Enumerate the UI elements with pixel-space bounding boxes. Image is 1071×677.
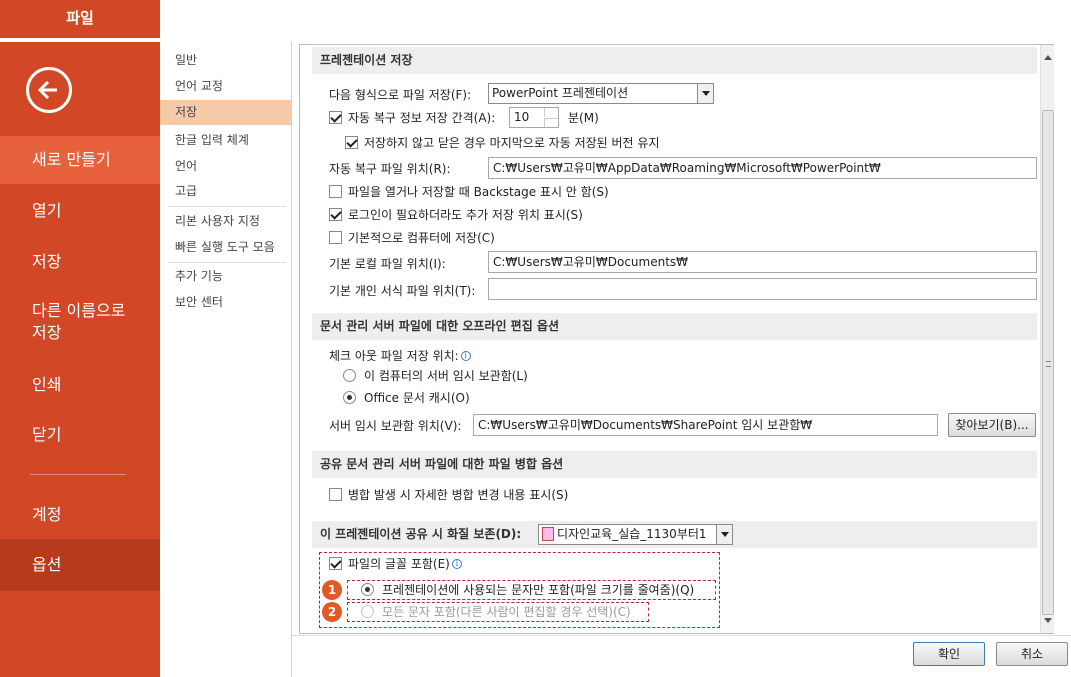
grip-icon [1046, 361, 1051, 367]
nav-divider [30, 474, 126, 475]
nav-save-as[interactable]: 다른 이름으로 저장 [0, 300, 160, 344]
autorecover-location-label: 자동 복구 파일 위치(R): [329, 162, 451, 176]
category-advanced[interactable]: 고급 [160, 179, 291, 204]
signin-locations-checkbox[interactable] [329, 208, 342, 221]
save-format-select[interactable]: PowerPoint 프레젠테이션 [488, 83, 714, 104]
chevron-down-icon [697, 84, 713, 103]
options-content: 프레젠테이션 저장 다음 형식으로 파일 저장(F): PowerPoint 프… [299, 44, 1054, 634]
category-korean-input[interactable]: 한글 입력 체계 [160, 128, 291, 153]
section-offline-editing: 문서 관리 서버 파일에 대한 오프라인 편집 옵션 [312, 313, 1037, 340]
category-separator [168, 262, 286, 263]
options-category-list: 일반 언어 교정 저장 한글 입력 체계 언어 고급 리본 사용자 지정 빠른 … [160, 42, 292, 677]
content-scrollbar[interactable] [1040, 45, 1054, 633]
nav-new[interactable]: 새로 만들기 [0, 136, 160, 184]
no-backstage-label: 파일을 열거나 저장할 때 Backstage 표시 안 함(S) [348, 185, 609, 199]
server-drafts-radio[interactable] [343, 369, 356, 382]
back-button[interactable] [26, 67, 72, 113]
category-save[interactable]: 저장 [160, 100, 291, 125]
autorecover-label: 자동 복구 정보 저장 간격(A): [348, 111, 496, 125]
pptx-file-icon [542, 527, 554, 541]
backstage-sidebar: 파일 새로 만들기 열기 저장 다른 이름으로 저장 인쇄 닫기 계정 옵션 [0, 0, 160, 677]
nav-print[interactable]: 인쇄 [0, 370, 160, 400]
tab-separator [0, 38, 160, 42]
autorecover-checkbox[interactable] [329, 111, 342, 124]
category-proofing[interactable]: 언어 교정 [160, 74, 291, 99]
default-computer-checkbox[interactable] [329, 231, 342, 244]
show-merge-changes-label: 병합 발생 시 자세한 병합 변경 내용 표시(S) [348, 488, 569, 502]
no-backstage-checkbox[interactable] [329, 185, 342, 198]
nav-save[interactable]: 저장 [0, 247, 160, 277]
signin-locations-label: 로그인이 필요하더라도 추가 저장 위치 표시(S) [348, 208, 583, 222]
autorecover-location-input[interactable]: C:₩Users₩고유미₩AppData₩Roaming₩Microsoft₩P… [488, 157, 1037, 179]
category-addins[interactable]: 추가 기능 [160, 264, 291, 289]
server-drafts-radio-label: 이 컴퓨터의 서버 임시 보관함(L) [364, 369, 528, 383]
file-tab[interactable]: 파일 [0, 0, 160, 38]
embed-fonts-checkbox[interactable] [329, 557, 342, 570]
spin-down-icon[interactable] [544, 118, 558, 127]
step-badge-2: 2 [322, 602, 342, 622]
scroll-down-icon[interactable] [1044, 618, 1052, 627]
embed-all-chars-label: 모든 문자 포함(다른 사람이 편집할 경우 선택)(C) [382, 605, 631, 619]
browse-button[interactable]: 찾아보기(B)... [948, 413, 1036, 437]
save-format-label: 다음 형식으로 파일 저장(F): [329, 88, 472, 102]
category-customize-ribbon[interactable]: 리본 사용자 지정 [160, 209, 291, 234]
keep-version-checkbox[interactable] [345, 136, 358, 149]
section-file-merge: 공유 문서 관리 서버 파일에 대한 파일 병합 옵션 [312, 451, 1037, 478]
template-location-label: 기본 개인 서식 파일 위치(T): [329, 284, 476, 298]
local-location-label: 기본 로컬 파일 위치(I): [329, 257, 446, 271]
section-save-presentations: 프레젠테이션 저장 [312, 47, 1037, 74]
show-merge-changes-checkbox[interactable] [329, 488, 342, 501]
scrollbar-thumb[interactable] [1042, 110, 1054, 615]
info-icon: i [460, 351, 471, 361]
info-icon: i [451, 559, 462, 569]
category-quick-access[interactable]: 빠른 실행 도구 모음 [160, 235, 291, 260]
back-arrow-icon [37, 80, 57, 100]
embed-used-chars-radio[interactable] [361, 583, 374, 596]
default-computer-label: 기본적으로 컴퓨터에 저장(C) [348, 231, 495, 245]
category-language[interactable]: 언어 [160, 154, 291, 179]
nav-options[interactable]: 옵션 [0, 539, 160, 591]
template-location-input[interactable] [488, 278, 1037, 300]
step-badge-1: 1 [322, 580, 342, 600]
fidelity-file-value: 디자인교육_실습_1130부터1 [557, 527, 707, 541]
autorecover-minutes-value: 10 [514, 110, 530, 124]
footer-divider [292, 635, 1071, 636]
autorecover-unit: 분(M) [568, 111, 599, 125]
preserve-fidelity-label: 이 프레젠테이션 공유 시 화질 보존(D): [320, 527, 522, 541]
office-cache-radio[interactable] [343, 391, 356, 404]
spin-up-icon[interactable] [544, 108, 558, 117]
save-format-value: PowerPoint 프레젠테이션 [492, 86, 629, 100]
nav-close[interactable]: 닫기 [0, 420, 160, 450]
category-trust-center[interactable]: 보안 센터 [160, 290, 291, 315]
embed-used-chars-label: 프레젠테이션에 사용되는 문자만 포함(파일 크기를 줄여줌)(Q) [382, 583, 695, 597]
local-location-input[interactable]: C:₩Users₩고유미₩Documents₩ [488, 251, 1037, 273]
ok-button[interactable]: 확인 [913, 642, 985, 666]
embed-fonts-label: 파일의 글꼴 포함(E) [348, 557, 450, 571]
nav-account[interactable]: 계정 [0, 500, 160, 530]
keep-version-label: 저장하지 않고 닫은 경우 마지막으로 자동 저장된 버전 유지 [364, 136, 660, 150]
embed-all-chars-radio[interactable] [361, 605, 374, 618]
autorecover-minutes-stepper[interactable]: 10 [509, 107, 559, 128]
nav-open[interactable]: 열기 [0, 196, 160, 226]
checkout-location-label: 체크 아웃 파일 저장 위치: [329, 349, 459, 363]
category-separator [168, 206, 286, 207]
category-general[interactable]: 일반 [160, 48, 291, 73]
office-cache-radio-label: Office 문서 캐시(O) [364, 391, 470, 405]
scroll-up-icon[interactable] [1044, 51, 1052, 60]
chevron-down-icon [716, 525, 732, 544]
server-drafts-location-input[interactable]: C:₩Users₩고유미₩Documents₩SharePoint 임시 보관함… [473, 414, 938, 436]
server-drafts-location-label: 서버 임시 보관함 위치(V): [329, 419, 462, 433]
cancel-button[interactable]: 취소 [996, 642, 1068, 666]
fidelity-file-select[interactable]: 디자인교육_실습_1130부터1 [538, 524, 733, 545]
